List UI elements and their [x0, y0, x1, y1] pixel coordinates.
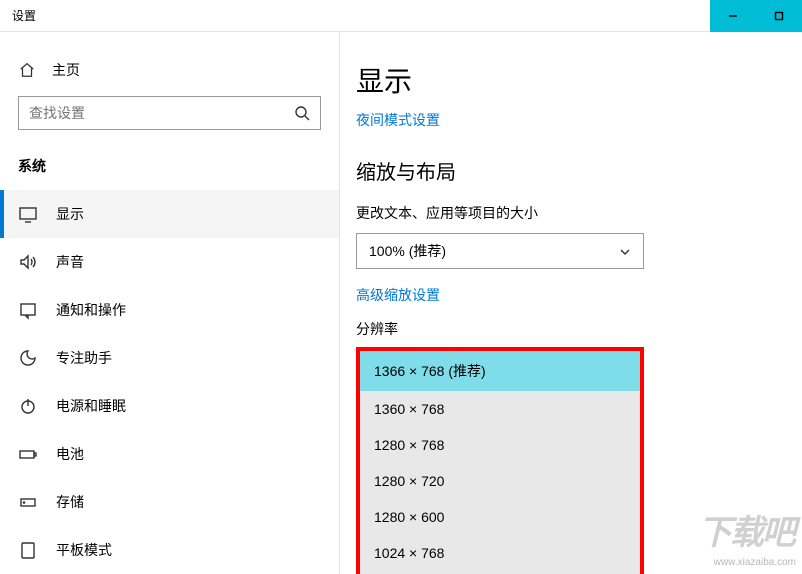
sidebar-item-label: 通知和操作 — [56, 300, 126, 320]
sound-icon — [18, 252, 38, 272]
battery-icon — [18, 444, 38, 464]
page-heading: 显示 — [356, 60, 802, 100]
sidebar: 主页 系统 显示 声音 通知和操作 — [0, 32, 340, 574]
display-icon — [18, 204, 38, 224]
resolution-option[interactable]: 1366 × 768 (推荐) — [360, 351, 640, 391]
sidebar-item-label: 显示 — [56, 204, 84, 224]
advanced-scale-link[interactable]: 高级缩放设置 — [356, 285, 802, 305]
sidebar-item-label: 平板模式 — [56, 540, 112, 560]
scale-select[interactable]: 100% (推荐) — [356, 233, 644, 269]
chevron-down-icon — [619, 245, 631, 257]
resolution-label: 分辨率 — [356, 319, 802, 339]
sidebar-nav: 显示 声音 通知和操作 专注助手 电源和睡眠 电池 — [0, 190, 339, 574]
sidebar-item-display[interactable]: 显示 — [0, 190, 339, 238]
window-controls — [710, 0, 802, 31]
search-input-wrap[interactable] — [18, 96, 321, 130]
scale-select-value: 100% (推荐) — [369, 241, 446, 261]
sidebar-item-label: 电池 — [56, 444, 84, 464]
minimize-button[interactable] — [710, 0, 756, 32]
sidebar-item-label: 电源和睡眠 — [56, 396, 126, 416]
resolution-option[interactable]: 1280 × 720 — [360, 463, 640, 499]
window-title: 设置 — [0, 7, 36, 24]
resolution-option[interactable]: 1280 × 600 — [360, 499, 640, 535]
notifications-icon — [18, 300, 38, 320]
sidebar-item-label: 专注助手 — [56, 348, 112, 368]
search-input[interactable] — [19, 105, 320, 121]
focus-assist-icon — [18, 348, 38, 368]
sidebar-item-battery[interactable]: 电池 — [0, 430, 339, 478]
scale-heading: 缩放与布局 — [356, 156, 802, 185]
sidebar-item-power[interactable]: 电源和睡眠 — [0, 382, 339, 430]
night-mode-link[interactable]: 夜间模式设置 — [356, 110, 802, 130]
storage-icon — [18, 492, 38, 512]
home-label: 主页 — [52, 60, 80, 80]
minimize-icon — [728, 11, 738, 21]
maximize-icon — [774, 11, 784, 21]
sidebar-item-focus[interactable]: 专注助手 — [0, 334, 339, 382]
home-icon — [18, 61, 36, 79]
sidebar-item-storage[interactable]: 存储 — [0, 478, 339, 526]
resolution-dropdown[interactable]: 1366 × 768 (推荐) 1360 × 768 1280 × 768 12… — [356, 347, 644, 574]
sidebar-item-notifications[interactable]: 通知和操作 — [0, 286, 339, 334]
titlebar: 设置 — [0, 0, 802, 32]
sidebar-item-tablet[interactable]: 平板模式 — [0, 526, 339, 574]
resolution-option[interactable]: 1280 × 768 — [360, 427, 640, 463]
power-icon — [18, 396, 38, 416]
resolution-option[interactable]: 1024 × 768 — [360, 535, 640, 571]
resolution-option[interactable]: 1360 × 768 — [360, 391, 640, 427]
maximize-button[interactable] — [756, 0, 802, 32]
home-nav-item[interactable]: 主页 — [0, 52, 339, 96]
sidebar-item-label: 声音 — [56, 252, 84, 272]
sidebar-item-label: 存储 — [56, 492, 84, 512]
tablet-icon — [18, 540, 38, 560]
sidebar-item-sound[interactable]: 声音 — [0, 238, 339, 286]
sidebar-section-title: 系统 — [0, 148, 339, 190]
main-panel: 显示 夜间模式设置 缩放与布局 更改文本、应用等项目的大小 100% (推荐) … — [340, 32, 802, 574]
text-size-label: 更改文本、应用等项目的大小 — [356, 203, 802, 223]
search-icon — [294, 105, 310, 121]
